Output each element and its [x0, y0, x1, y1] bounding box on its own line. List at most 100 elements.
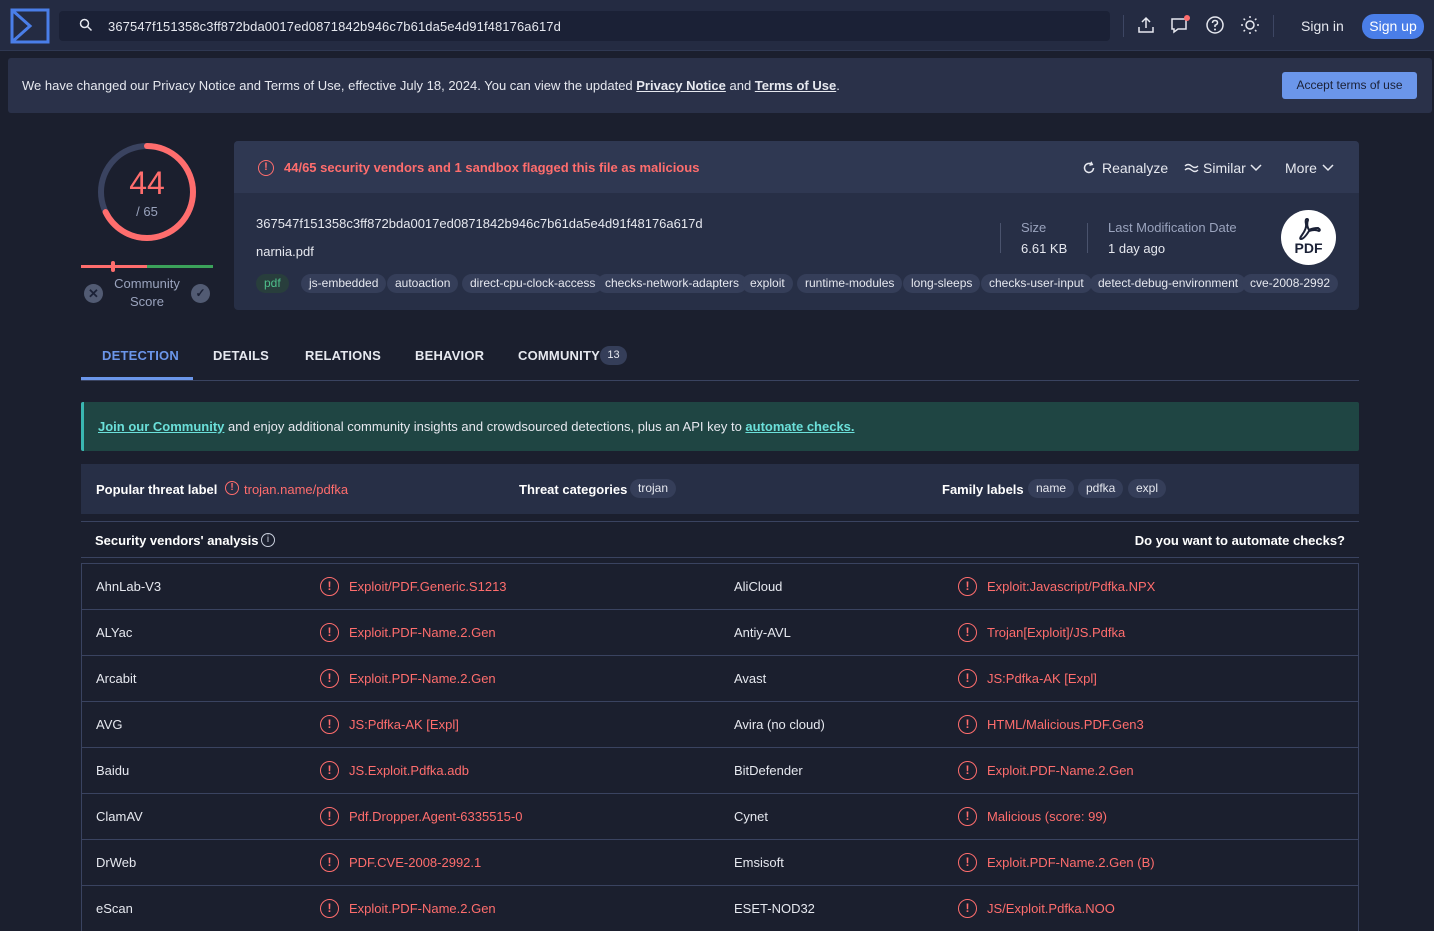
- vendor-name: DrWeb: [96, 855, 137, 870]
- notifications-icon[interactable]: [1170, 15, 1190, 35]
- alert-icon: !: [320, 853, 339, 872]
- reanalyze-icon: [1083, 161, 1095, 174]
- family-label-pill[interactable]: expl: [1128, 479, 1167, 498]
- similar-icon: [1184, 163, 1199, 173]
- vote-malicious-icon[interactable]: ✕: [84, 284, 103, 303]
- privacy-notice-link[interactable]: Privacy Notice: [636, 78, 726, 93]
- privacy-notice-banner: We have changed our Privacy Notice and T…: [8, 58, 1432, 113]
- threat-alert-icon: !: [225, 481, 239, 495]
- search-bar[interactable]: 367547f151358c3ff872bda0017ed0871842b946…: [59, 11, 1110, 41]
- alert-icon: !: [320, 669, 339, 688]
- tag[interactable]: js-embedded: [301, 274, 387, 293]
- vendor-name: AliCloud: [734, 579, 783, 594]
- reanalyze-button[interactable]: Reanalyze: [1102, 160, 1168, 176]
- tag[interactable]: detect-debug-environment: [1090, 274, 1247, 293]
- community-label-line2: Score: [130, 294, 164, 309]
- vendor-result: JS.Exploit.Pdfka.adb: [349, 763, 469, 778]
- security-vendors-table: AhnLab-V3 ! Exploit/PDF.Generic.S1213 Al…: [81, 563, 1359, 931]
- threat-categories-label: Threat categories: [519, 482, 628, 497]
- join-community-link[interactable]: Join our Community: [98, 419, 224, 434]
- tag[interactable]: direct-cpu-clock-access: [462, 274, 604, 293]
- vendor-result: Exploit:Javascript/Pdfka.NPX: [987, 579, 1156, 594]
- tab-community[interactable]: COMMUNITY: [518, 348, 600, 363]
- toolbar-divider: [1123, 15, 1124, 37]
- table-row: ALYac ! Exploit.PDF-Name.2.Gen Antiy-AVL…: [82, 610, 1358, 656]
- family-labels-label: Family labels: [942, 482, 1024, 497]
- vendor-name: Avast: [734, 671, 767, 686]
- community-count-badge: 13: [600, 346, 627, 365]
- search-input[interactable]: 367547f151358c3ff872bda0017ed0871842b946…: [108, 19, 561, 34]
- family-label-pill[interactable]: pdfka: [1078, 479, 1124, 498]
- terms-of-use-link[interactable]: Terms of Use: [755, 78, 836, 93]
- file-summary-card: ! 44/65 security vendors and 1 sandbox f…: [234, 141, 1359, 310]
- table-row: Baidu ! JS.Exploit.Pdfka.adb BitDefender…: [82, 748, 1358, 794]
- file-type-label: PDF: [1294, 240, 1323, 256]
- notice-text-start: We have changed our Privacy Notice and T…: [22, 78, 637, 93]
- vendor-result: Malicious (score: 99): [987, 809, 1107, 824]
- tag[interactable]: autoaction: [387, 274, 459, 293]
- vendor-result: Exploit/PDF.Generic.S1213: [349, 579, 507, 594]
- automate-checks-link[interactable]: Do you want to automate checks?: [1135, 533, 1345, 548]
- family-label-pill[interactable]: name: [1028, 479, 1075, 498]
- sign-in-link[interactable]: Sign in: [1301, 18, 1344, 34]
- table-row: ClamAV ! Pdf.Dropper.Agent-6335515-0 Cyn…: [82, 794, 1358, 840]
- community-label-line1: Community: [114, 276, 180, 291]
- vendor-name: AhnLab-V3: [96, 579, 162, 594]
- tag[interactable]: pdf: [256, 274, 289, 293]
- upload-icon[interactable]: [1136, 15, 1156, 35]
- acrobat-icon: [1299, 218, 1321, 240]
- vendor-result: JS:Pdfka-AK [Expl]: [349, 717, 459, 732]
- tab-detection[interactable]: DETECTION: [102, 348, 179, 363]
- search-icon: [79, 18, 93, 32]
- summary-header: ! 44/65 security vendors and 1 sandbox f…: [234, 141, 1359, 193]
- tag[interactable]: runtime-modules: [797, 274, 903, 293]
- tag[interactable]: exploit: [742, 274, 793, 293]
- vendor-result: Exploit.PDF-Name.2.Gen: [349, 625, 496, 640]
- chevron-down-icon: [1250, 164, 1262, 172]
- automate-checks-link[interactable]: automate checks.: [745, 419, 854, 434]
- join-text: Join our Community and enjoy additional …: [98, 419, 855, 434]
- size-value: 6.61 KB: [1021, 241, 1068, 256]
- theme-toggle-icon[interactable]: [1240, 15, 1260, 35]
- alert-icon: !: [958, 669, 977, 688]
- file-tags: pdf js-embedded autoaction direct-cpu-cl…: [256, 274, 1351, 294]
- notice-text-end: .: [836, 78, 840, 93]
- tag[interactable]: long-sleeps: [903, 274, 981, 293]
- file-name: narnia.pdf: [256, 244, 314, 259]
- info-icon[interactable]: i: [261, 533, 275, 547]
- tag[interactable]: checks-network-adapters: [597, 274, 748, 293]
- alert-icon: !: [958, 807, 977, 826]
- accept-terms-button[interactable]: Accept terms of use: [1282, 72, 1417, 99]
- tag[interactable]: cve-2008-2992: [1242, 274, 1339, 293]
- alert-icon: !: [320, 807, 339, 826]
- vendor-name: ALYac: [96, 625, 133, 640]
- more-button[interactable]: More: [1285, 160, 1317, 176]
- vendor-name: BitDefender: [734, 763, 803, 778]
- popular-threat-value[interactable]: trojan.name/pdfka: [244, 482, 348, 497]
- similar-button[interactable]: Similar: [1203, 160, 1246, 176]
- vendor-result: Exploit.PDF-Name.2.Gen: [349, 901, 496, 916]
- alert-icon: !: [320, 761, 339, 780]
- tab-behavior[interactable]: BEHAVIOR: [415, 348, 484, 363]
- detection-total: / 65: [136, 204, 158, 219]
- alert-icon: !: [320, 715, 339, 734]
- alert-icon: !: [320, 899, 339, 918]
- threat-category-pill[interactable]: trojan: [630, 479, 677, 498]
- sign-up-button[interactable]: Sign up: [1362, 14, 1424, 39]
- table-row: Arcabit ! Exploit.PDF-Name.2.Gen Avast !…: [82, 656, 1358, 702]
- help-icon[interactable]: [1205, 15, 1225, 35]
- virustotal-logo-icon[interactable]: [10, 8, 50, 44]
- table-row: DrWeb ! PDF.CVE-2008-2992.1 Emsisoft ! E…: [82, 840, 1358, 886]
- tab-details[interactable]: DETAILS: [213, 348, 269, 363]
- detection-count: 44: [129, 165, 165, 201]
- alert-icon: !: [958, 899, 977, 918]
- vote-harmless-icon[interactable]: ✓: [191, 284, 210, 303]
- vendor-name: AVG: [96, 717, 123, 732]
- community-score-bar: [81, 261, 213, 272]
- tag[interactable]: checks-user-input: [981, 274, 1092, 293]
- alert-icon: !: [958, 715, 977, 734]
- security-vendors-header: Security vendors' analysis i Do you want…: [81, 521, 1359, 558]
- pdf-file-icon: PDF: [1281, 210, 1336, 265]
- tab-relations[interactable]: RELATIONS: [305, 348, 381, 363]
- community-score-marker: [111, 261, 115, 272]
